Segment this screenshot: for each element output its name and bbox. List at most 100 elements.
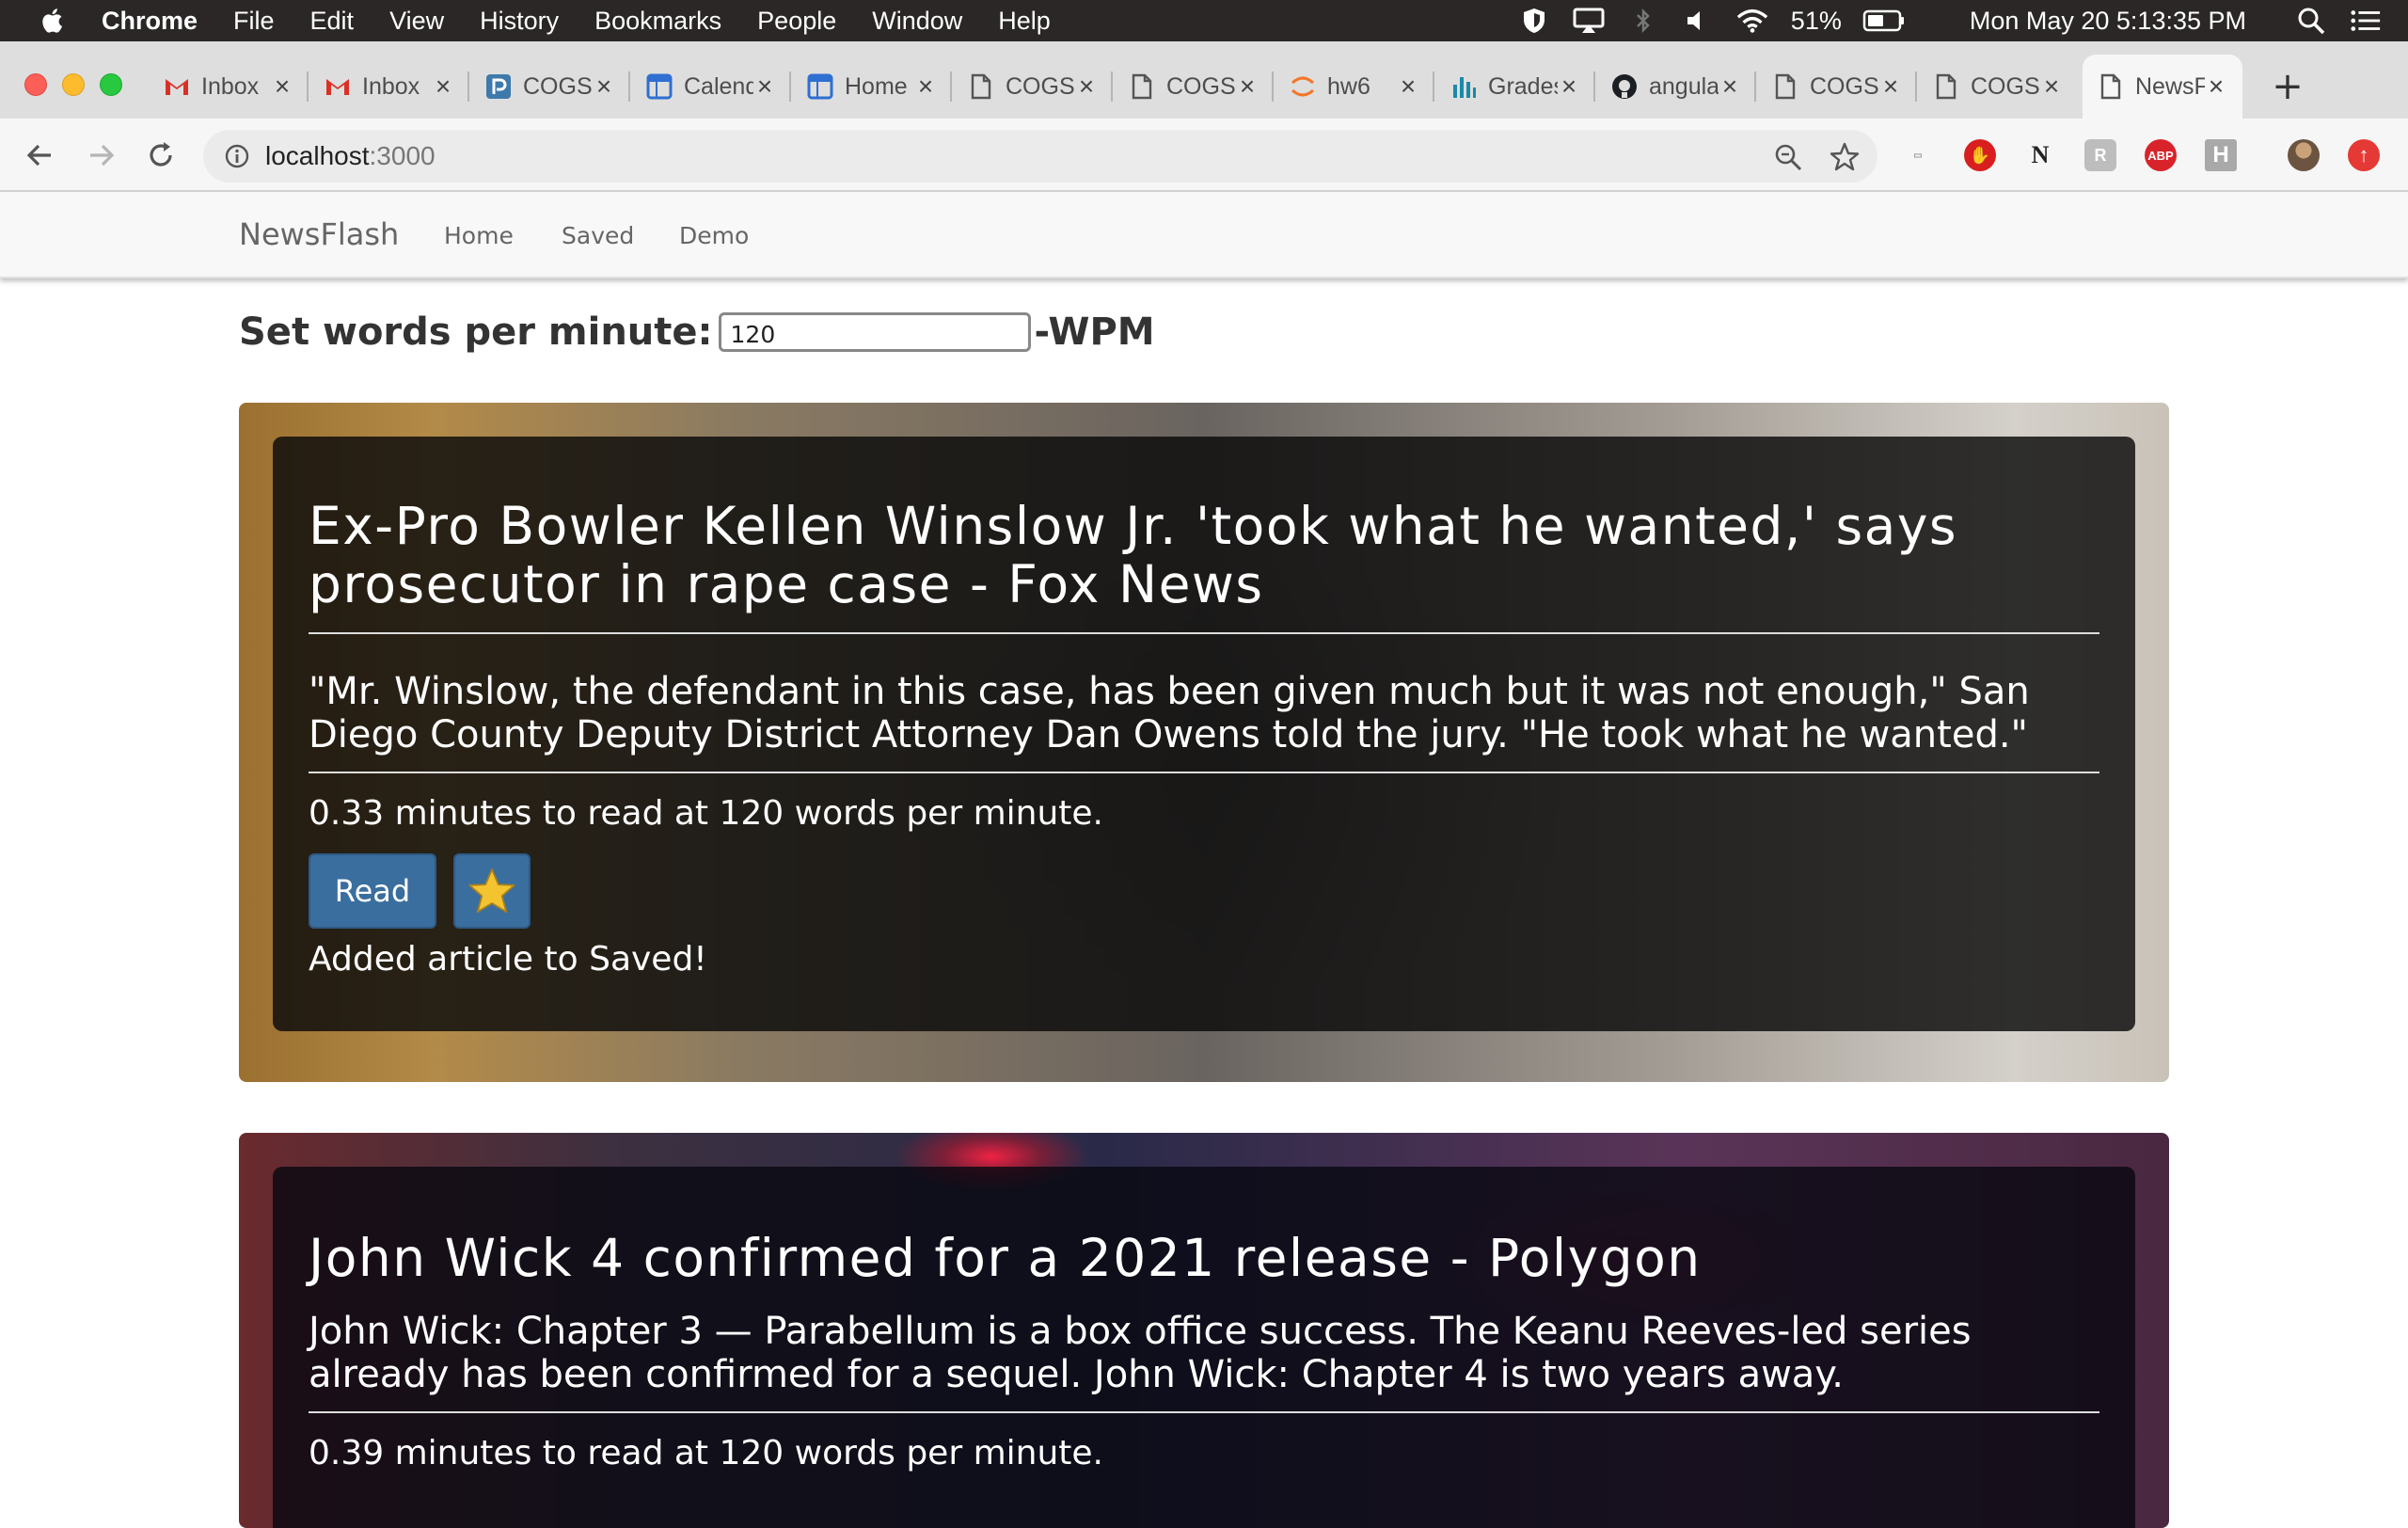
tab-close-icon[interactable]: ×: [593, 73, 615, 100]
airplay-icon[interactable]: [1573, 8, 1605, 34]
tab-close-icon[interactable]: ×: [271, 73, 293, 100]
tab-cogs-doc-2[interactable]: COGS ×: [1114, 55, 1274, 119]
tab-close-icon[interactable]: ×: [1397, 73, 1419, 100]
bookmark-star-icon[interactable]: [1829, 141, 1861, 173]
tab-strip: Inbox × Inbox × COGS × Calendar × Home ×…: [0, 41, 2408, 119]
new-tab-button[interactable]: +: [2269, 68, 2306, 107]
article-description: "Mr. Winslow, the defendant in this case…: [309, 670, 2030, 756]
saved-message: Added article to Saved!: [309, 940, 707, 979]
wpm-unit: -WPM: [1034, 310, 1155, 354]
tab-title: COGS: [1006, 72, 1075, 100]
shield-icon[interactable]: [1518, 8, 1550, 34]
tab-grades[interactable]: Grades ×: [1435, 55, 1595, 119]
menu-help[interactable]: Help: [998, 7, 1051, 36]
tab-close-icon[interactable]: ×: [1719, 73, 1741, 100]
menu-file[interactable]: File: [233, 7, 275, 36]
hoarder-extension-icon[interactable]: R: [2084, 139, 2116, 171]
app-navbar: NewsFlash Home Saved Demo: [0, 192, 2408, 279]
url-port: :3000: [369, 141, 436, 170]
tab-hw6[interactable]: hw6 ×: [1275, 55, 1434, 119]
reload-icon[interactable]: [143, 137, 179, 173]
menu-people[interactable]: People: [757, 7, 836, 36]
tab-piazza-cogs[interactable]: COGS ×: [470, 55, 630, 119]
tab-newsflash-active[interactable]: NewsFlash ×: [2083, 55, 2242, 119]
bluetooth-icon[interactable]: [1627, 8, 1659, 34]
tab-cogs-doc-3[interactable]: COGS ×: [1757, 55, 1917, 119]
menu-window[interactable]: Window: [872, 7, 962, 36]
close-window-button[interactable]: [24, 73, 47, 96]
menu-edit[interactable]: Edit: [310, 7, 355, 36]
stop-hand-extension-icon[interactable]: ✋: [1964, 139, 1996, 171]
tab-close-icon[interactable]: ×: [914, 73, 937, 100]
spotlight-search-icon[interactable]: [2295, 8, 2327, 35]
tab-github-angular[interactable]: angular ×: [1596, 55, 1756, 119]
menu-bookmarks[interactable]: Bookmarks: [594, 7, 721, 36]
menu-clock[interactable]: Mon May 20 5:13:35 PM: [1970, 7, 2246, 36]
star-icon: [468, 868, 515, 914]
tab-gmail-inbox-1[interactable]: Inbox ×: [149, 55, 309, 119]
piazza-icon: [485, 73, 512, 100]
calendar-icon: [807, 73, 833, 100]
tab-gmail-inbox-2[interactable]: Inbox ×: [309, 55, 469, 119]
wpm-input[interactable]: [718, 312, 1031, 352]
tab-title: COGS: [523, 72, 593, 100]
tab-cogs-doc-4[interactable]: COGS ×: [1918, 55, 2078, 119]
volume-icon[interactable]: [1682, 8, 1714, 34]
tab-close-icon[interactable]: ×: [1075, 73, 1098, 100]
tab-close-icon[interactable]: ×: [753, 73, 776, 100]
profile-avatar[interactable]: [2288, 139, 2320, 171]
forward-arrow-icon[interactable]: [83, 137, 119, 173]
address-bar[interactable]: localhost:3000: [203, 130, 1877, 183]
menu-view[interactable]: View: [389, 7, 444, 36]
document-icon: [1933, 73, 1959, 100]
back-arrow-icon[interactable]: [23, 137, 58, 173]
tab-close-icon[interactable]: ×: [2040, 73, 2063, 100]
minimize-window-button[interactable]: [62, 73, 85, 96]
info-icon[interactable]: [224, 143, 250, 169]
document-icon: [1772, 73, 1798, 100]
wifi-icon[interactable]: [1736, 8, 1768, 34]
article-panel: John Wick 4 confirmed for a 2021 release…: [273, 1167, 2135, 1528]
tab-close-icon[interactable]: ×: [1879, 73, 1902, 100]
tab-home[interactable]: Home ×: [792, 55, 952, 119]
menu-history[interactable]: History: [480, 7, 559, 36]
save-star-button[interactable]: [453, 853, 531, 929]
ni-extension-icon[interactable]: N: [2024, 139, 2056, 171]
read-button[interactable]: Read: [309, 853, 436, 929]
calendar-icon: [646, 73, 673, 100]
browser-toolbar: localhost:3000 ▭ ✋ N R ABP H ↑: [0, 119, 2408, 192]
wpm-setting: Set words per minute: -WPM: [239, 310, 1155, 354]
document-icon: [1129, 73, 1155, 100]
adblock-plus-icon[interactable]: ABP: [2145, 139, 2177, 171]
zoom-icon[interactable]: [1774, 143, 1802, 171]
zoom-window-button[interactable]: [100, 73, 122, 96]
tab-close-icon[interactable]: ×: [432, 73, 454, 100]
gmail-icon: [325, 73, 351, 100]
tab-close-icon[interactable]: ×: [1236, 73, 1259, 100]
tab-title: COGS: [1971, 72, 2040, 100]
apple-icon[interactable]: [40, 7, 68, 35]
h-extension-icon[interactable]: H: [2205, 139, 2237, 171]
notification-center-icon[interactable]: [2350, 8, 2382, 34]
article-card: Ex-Pro Bowler Kellen Winslow Jr. 'took w…: [239, 403, 2169, 1082]
outline-extension-icon[interactable]: ▭: [1902, 139, 1934, 171]
macos-menu-bar: Chrome File Edit View History Bookmarks …: [0, 0, 2408, 41]
tab-title: Grades: [1488, 72, 1558, 100]
nav-home[interactable]: Home: [444, 222, 514, 249]
update-arrow-icon[interactable]: ↑: [2348, 139, 2380, 171]
tab-close-icon[interactable]: ×: [2205, 73, 2227, 100]
nav-demo[interactable]: Demo: [679, 222, 749, 249]
divider: [309, 772, 2099, 773]
article-panel: Ex-Pro Bowler Kellen Winslow Jr. 'took w…: [273, 437, 2135, 1031]
menu-app-chrome[interactable]: Chrome: [102, 7, 198, 36]
article-title: Ex-Pro Bowler Kellen Winslow Jr. 'took w…: [309, 496, 1958, 614]
url-text[interactable]: localhost:3000: [265, 141, 436, 171]
divider: [309, 632, 2099, 634]
nav-saved[interactable]: Saved: [562, 222, 634, 249]
brand-logo[interactable]: NewsFlash: [239, 216, 399, 252]
tab-calendar[interactable]: Calendar ×: [631, 55, 791, 119]
tab-cogs-doc-1[interactable]: COGS ×: [953, 55, 1113, 119]
battery-icon[interactable]: [1862, 8, 1906, 34]
tab-close-icon[interactable]: ×: [1558, 73, 1580, 100]
article-card: John Wick 4 confirmed for a 2021 release…: [239, 1133, 2169, 1528]
